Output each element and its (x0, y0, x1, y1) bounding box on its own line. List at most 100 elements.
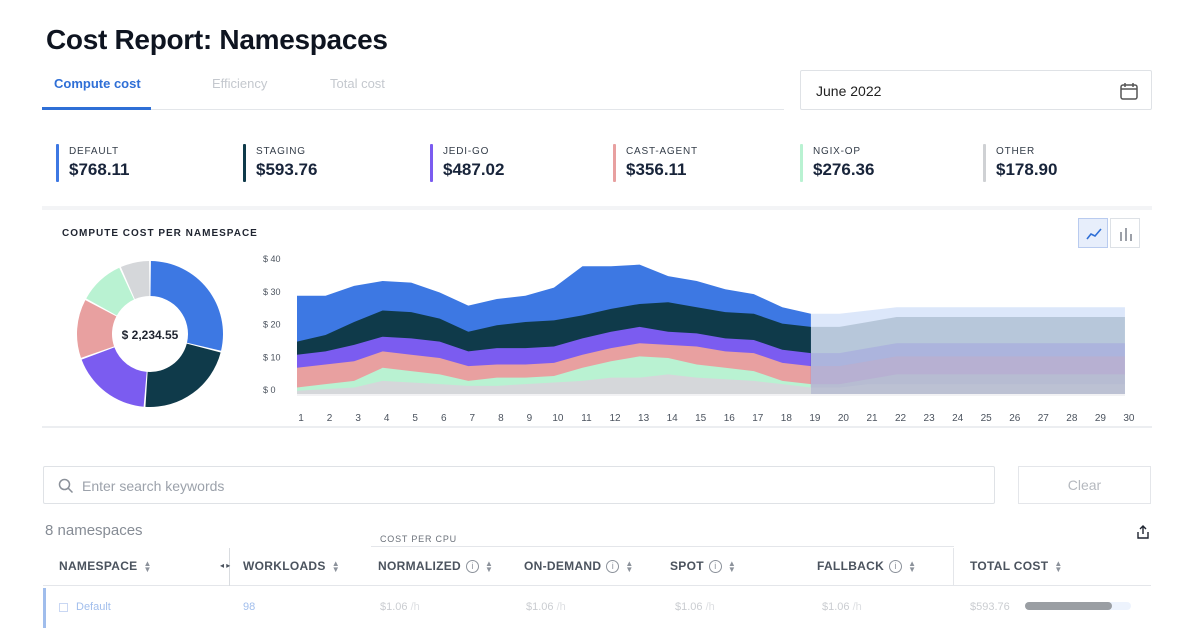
tab-total-cost[interactable]: Total cost (330, 76, 385, 91)
x-tick-label: 2 (327, 413, 333, 424)
summary-color-bar (243, 144, 246, 182)
x-tick-label: 22 (895, 413, 907, 424)
x-tick-label: 5 (412, 413, 418, 424)
namespace-name: Default (76, 601, 111, 613)
on-demand-cost: $1.06 /h (526, 601, 566, 613)
column-on-demand[interactable]: ON-DEMAND i ▲ ▼ (524, 559, 634, 574)
search-input[interactable] (82, 475, 962, 497)
search-box[interactable] (43, 466, 995, 504)
summary-staging: STAGING $593.76 (243, 143, 317, 183)
summary-color-bar (430, 144, 433, 182)
workloads-count[interactable]: 98 (243, 601, 255, 613)
column-total-cost[interactable]: TOTAL COST ▲ ▼ (970, 559, 1063, 573)
summary-amount: $276.36 (813, 160, 875, 179)
column-label: WORKLOADS (243, 559, 326, 573)
column-label: SPOT (670, 559, 704, 573)
info-icon[interactable]: i (606, 560, 620, 574)
sort-icon[interactable]: ▲ ▼ (485, 559, 493, 573)
x-tick-label: 28 (1066, 413, 1078, 424)
column-group-divider (371, 546, 954, 547)
summary-label: DEFAULT (69, 146, 119, 157)
column-divider (953, 548, 954, 586)
spot-cost: $1.06 /h (675, 601, 715, 613)
column-resize-handle[interactable]: ◂ ▸ (220, 561, 230, 570)
stacked-area-chart: $ 0$ 10$ 20$ 30$ 401 2 3 4 5 6 7 8 9 10 11 12 13 14 15… (263, 254, 1135, 424)
column-label: TOTAL COST (970, 559, 1049, 573)
clear-button[interactable]: Clear (1018, 466, 1151, 504)
summary-ngix-op: NGIX-OP $276.36 (800, 143, 874, 183)
column-spot[interactable]: SPOT i ▲ ▼ (670, 559, 736, 574)
namespace-link[interactable]: Default (59, 601, 111, 613)
sort-icon[interactable]: ▲ ▼ (144, 559, 152, 573)
cost-unit: /h (410, 601, 420, 613)
row-accent (43, 588, 46, 628)
x-tick-label: 15 (695, 413, 707, 424)
summary-label: OTHER (996, 146, 1035, 157)
x-tick-label: 10 (552, 413, 564, 424)
x-tick-label: 3 (355, 413, 361, 424)
info-icon[interactable]: i (708, 560, 722, 574)
column-group-label: COST PER CPU (380, 534, 457, 544)
cost-value: $1.06 (526, 601, 554, 613)
column-workloads[interactable]: WORKLOADS ▲ ▼ (243, 559, 340, 573)
x-tick-label: 17 (752, 413, 764, 424)
tab-efficiency[interactable]: Efficiency (212, 76, 267, 91)
x-tick-label: 30 (1123, 413, 1135, 424)
donut-slice-jedi-go[interactable] (81, 347, 147, 407)
copy-icon[interactable] (59, 602, 68, 612)
sort-icon[interactable]: ▲ ▼ (332, 559, 340, 573)
export-icon[interactable] (1136, 525, 1150, 539)
line-chart-toggle[interactable] (1078, 218, 1108, 248)
bar-chart-toggle[interactable] (1110, 218, 1140, 248)
chart-card: COMPUTE COST PER NAMESPACE $ 2,234.55 $ … (42, 206, 1152, 428)
summary-amount: $593.76 (256, 160, 318, 179)
cost-share-fill (1025, 602, 1112, 610)
y-tick-label: $ 30 (263, 287, 281, 297)
column-label: NORMALIZED (378, 559, 461, 573)
summary-color-bar (56, 144, 59, 182)
sort-icon[interactable]: ▲ ▼ (728, 559, 736, 573)
donut-total: $ 2,234.55 (121, 328, 179, 342)
x-tick-label: 18 (781, 413, 793, 424)
info-icon[interactable]: i (889, 560, 903, 574)
search-icon (58, 478, 74, 494)
table-row[interactable]: Default 98 $1.06 /h $1.06 /h $1.06 /h $1… (43, 588, 1151, 628)
summary-cast-agent: CAST-AGENT $356.11 (613, 143, 698, 183)
line-chart-icon (1086, 228, 1102, 240)
sort-icon[interactable]: ▲ ▼ (1054, 559, 1062, 573)
x-tick-label: 21 (866, 413, 878, 424)
y-tick-label: $ 20 (263, 320, 281, 330)
x-tick-label: 25 (981, 413, 993, 424)
y-tick-label: $ 0 (263, 385, 276, 395)
info-icon[interactable]: i (466, 560, 479, 574)
calendar-icon[interactable] (1119, 81, 1139, 101)
sort-icon[interactable]: ▲ ▼ (908, 559, 916, 573)
sort-icon[interactable]: ▲ ▼ (625, 559, 633, 573)
y-tick-label: $ 40 (263, 254, 281, 264)
fallback-cost: $1.06 /h (822, 601, 862, 613)
tab-compute-cost[interactable]: Compute cost (54, 76, 141, 91)
x-tick-label: 8 (498, 413, 504, 424)
active-tab-indicator (42, 107, 151, 110)
column-normalized[interactable]: NORMALIZED i ▲ ▼ (378, 559, 493, 574)
tab-bar: Compute cost Efficiency Total cost (42, 70, 784, 110)
column-namespace[interactable]: NAMESPACE ▲ ▼ (59, 559, 152, 573)
summary-color-bar (613, 144, 616, 182)
x-tick-label: 26 (1009, 413, 1021, 424)
chart-title: COMPUTE COST PER NAMESPACE (62, 228, 258, 239)
column-fallback[interactable]: FALLBACK i ▲ ▼ (817, 559, 916, 574)
x-tick-label: 13 (638, 413, 650, 424)
cost-value: $1.06 (380, 601, 408, 613)
total-cost: $593.76 (970, 601, 1010, 613)
summary-amount: $487.02 (443, 160, 505, 179)
x-tick-label: 24 (952, 413, 964, 424)
x-tick-label: 4 (384, 413, 390, 424)
summary-label: CAST-AGENT (626, 146, 698, 157)
summary-label: NGIX-OP (813, 146, 861, 157)
summary-jedi-go: JEDI-GO $487.02 (430, 143, 504, 183)
cost-value: $1.06 (822, 601, 850, 613)
cost-value: $1.06 (675, 601, 703, 613)
month-picker[interactable]: June 2022 (800, 70, 1152, 110)
summary-label: STAGING (256, 146, 306, 157)
donut-slice-staging[interactable] (145, 343, 221, 407)
